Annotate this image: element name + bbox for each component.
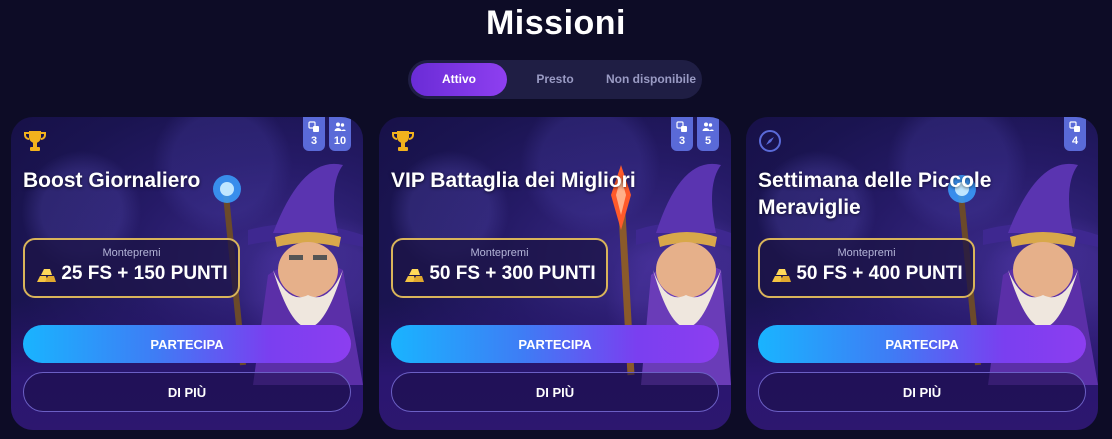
tab-presto[interactable]: Presto: [507, 63, 603, 96]
trophy-icon: [24, 131, 46, 151]
partecipa-button[interactable]: PARTECIPA: [23, 325, 351, 363]
mission-title: Boost Giornaliero: [23, 169, 201, 192]
mission-status-tabs: Attivo Presto Non disponibile: [408, 60, 702, 99]
tab-attivo[interactable]: Attivo: [411, 63, 507, 96]
prize-value-row: 50 FS + 400 PUNTI: [760, 263, 973, 285]
prize-box: Montepremi 50 FS + 400 PUNTI: [758, 238, 975, 298]
gold-bars-icon: [772, 268, 792, 282]
participants-badge: 10: [329, 117, 351, 151]
dice-icon: [676, 121, 687, 132]
participants-count: 10: [333, 135, 347, 147]
di-piu-button[interactable]: DI PIÙ: [391, 372, 719, 412]
tab-non-disponibile[interactable]: Non disponibile: [603, 63, 699, 96]
dice-icon: [1069, 121, 1080, 132]
compass-icon: [759, 130, 781, 152]
page-title: Missioni: [485, 4, 627, 42]
prize-label: Montepremi: [837, 247, 896, 259]
partecipa-button[interactable]: PARTECIPA: [758, 325, 1086, 363]
partecipa-button[interactable]: PARTECIPA: [391, 325, 719, 363]
prize-box: Montepremi 25 FS + 150 PUNTI: [23, 238, 240, 298]
prize-value: 50 FS + 300 PUNTI: [429, 263, 596, 284]
dice-count-badge: 4: [1064, 117, 1086, 151]
prize-value: 50 FS + 400 PUNTI: [796, 263, 963, 284]
prize-value: 25 FS + 150 PUNTI: [61, 263, 228, 284]
gold-bars-icon: [37, 268, 57, 282]
prize-box: Montepremi 50 FS + 300 PUNTI: [391, 238, 608, 298]
mission-card-settimana-meraviglie: 4 Settimana delle Piccole Meraviglie Mon…: [746, 117, 1098, 430]
dice-count-badge: 3: [671, 117, 693, 151]
users-icon: [702, 122, 714, 131]
trophy-icon: [392, 131, 414, 151]
dice-icon: [308, 121, 319, 132]
participants-count: 5: [704, 135, 712, 147]
prize-label: Montepremi: [470, 247, 529, 259]
mission-card-vip-battaglia: 3 5 VIP Battaglia dei Migliori Monteprem…: [379, 117, 731, 430]
dice-count: 3: [678, 135, 686, 147]
participants-badge: 5: [697, 117, 719, 151]
dice-count: 3: [310, 135, 318, 147]
di-piu-button[interactable]: DI PIÙ: [758, 372, 1086, 412]
prize-value-row: 50 FS + 300 PUNTI: [393, 263, 606, 285]
mission-title: Settimana delle Piccole Meraviglie: [758, 169, 992, 219]
prize-value-row: 25 FS + 150 PUNTI: [25, 263, 238, 285]
gold-bars-icon: [405, 268, 425, 282]
dice-count-badge: 3: [303, 117, 325, 151]
mission-card-boost-giornaliero: 3 10 Boost Giornaliero Montepremi 25 FS …: [11, 117, 363, 430]
dice-count: 4: [1071, 135, 1079, 147]
users-icon: [334, 122, 346, 131]
di-piu-button[interactable]: DI PIÙ: [23, 372, 351, 412]
mission-title: VIP Battaglia dei Migliori: [391, 169, 636, 192]
prize-label: Montepremi: [102, 247, 161, 259]
